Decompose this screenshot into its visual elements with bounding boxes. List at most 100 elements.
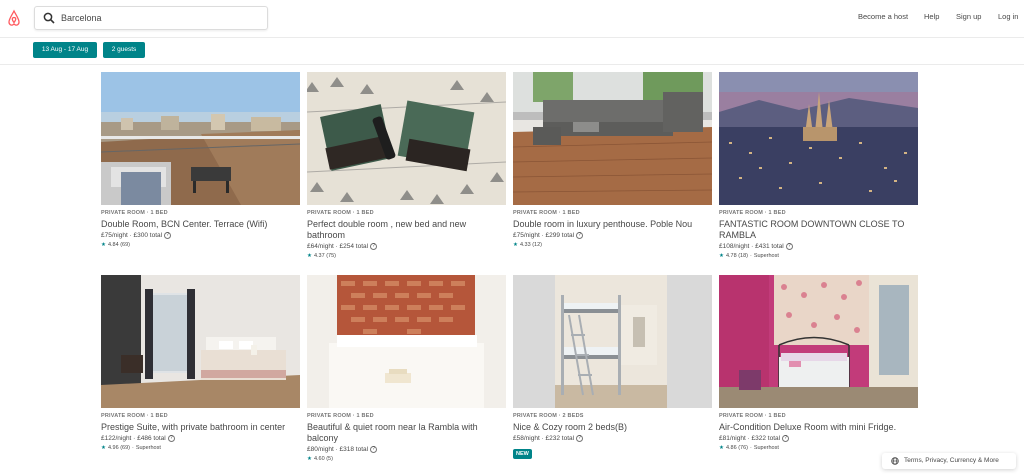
- become-host-link[interactable]: Become a host: [858, 12, 908, 21]
- listing-price: £58/night · £232 total?: [513, 435, 712, 442]
- listing-rating: ★ 4.78 (18) · Superhost: [719, 253, 779, 260]
- listing-type: PRIVATE ROOM · 1 BED: [513, 210, 580, 216]
- star-icon: ★: [101, 242, 106, 249]
- globe-icon: [891, 457, 899, 465]
- log-in-link[interactable]: Log in: [998, 12, 1018, 21]
- star-icon: ★: [307, 456, 312, 463]
- review-count: (69): [120, 242, 130, 249]
- listing-price: £75/night · £299 total?: [513, 232, 712, 239]
- listing-type: PRIVATE ROOM · 1 BED: [719, 210, 786, 216]
- star-icon: ★: [719, 445, 724, 452]
- listing-rating: ★ 4.86 (76) · Superhost: [719, 445, 779, 452]
- listing-title[interactable]: Prestige Suite, with private bathroom in…: [101, 422, 300, 433]
- price-text: £108/night · £431 total: [719, 243, 784, 251]
- price-info-icon[interactable]: ?: [785, 243, 793, 250]
- listing-photo[interactable]: [307, 72, 506, 205]
- price-info-icon[interactable]: ?: [167, 435, 175, 442]
- guests-filter-button[interactable]: 2 guests: [103, 42, 145, 58]
- terms-privacy-button[interactable]: Terms, Privacy, Currency & More: [882, 453, 1016, 469]
- price-text: £122/night · £486 total: [101, 435, 166, 443]
- listing-rating: ★ 4.84 (69): [101, 242, 300, 248]
- sign-up-link[interactable]: Sign up: [956, 12, 981, 21]
- listing-price: £75/night · £300 total?: [101, 232, 300, 239]
- listing-card[interactable]: PRIVATE ROOM · 1 BED Double Room, BCN Ce…: [101, 72, 300, 248]
- listing-type: PRIVATE ROOM · 1 BED: [101, 210, 168, 216]
- listing-rating: ★ 4.96 (69) · Superhost: [101, 445, 161, 452]
- listing-photo[interactable]: [719, 275, 918, 408]
- listing-type: PRIVATE ROOM · 2 BEDS: [513, 413, 584, 419]
- terms-privacy-label: Terms, Privacy, Currency & More: [904, 457, 999, 464]
- airbnb-logo-icon[interactable]: [6, 9, 22, 27]
- price-info-icon[interactable]: ?: [576, 435, 584, 442]
- review-count: (69): [120, 445, 130, 452]
- price-info-icon[interactable]: ?: [782, 435, 790, 442]
- star-icon: ★: [307, 253, 312, 260]
- star-icon: ★: [513, 242, 518, 249]
- listing-card[interactable]: PRIVATE ROOM · 1 BED FANTASTIC ROOM DOWN…: [719, 72, 918, 259]
- rating-value: 4.84: [107, 242, 119, 249]
- review-count: (5): [326, 456, 333, 463]
- listing-photo[interactable]: [101, 72, 300, 205]
- price-text: £80/night · £318 total: [307, 446, 369, 454]
- price-text: £75/night · £300 total: [101, 232, 163, 240]
- price-info-icon[interactable]: ?: [370, 243, 378, 250]
- listing-card[interactable]: PRIVATE ROOM · 2 BEDS Nice & Cozy room 2…: [513, 275, 712, 460]
- search-box[interactable]: [34, 6, 268, 30]
- listing-card[interactable]: PRIVATE ROOM · 1 BED Double room in luxu…: [513, 72, 712, 248]
- review-count: (76): [738, 445, 748, 452]
- price-text: £64/night · £254 total: [307, 243, 369, 251]
- listing-title[interactable]: Air-Condition Deluxe Room with mini Frid…: [719, 422, 918, 433]
- listing-title[interactable]: Beautiful & quiet room near la Rambla wi…: [307, 422, 506, 444]
- listing-rating: ★ 4.37 (75): [307, 253, 506, 259]
- listing-price: £108/night · £431 total?: [719, 243, 918, 250]
- listing-card[interactable]: PRIVATE ROOM · 1 BED Beautiful & quiet r…: [307, 275, 506, 462]
- superhost-label: Superhost: [135, 445, 161, 452]
- rating-value: 4.78: [725, 253, 737, 260]
- rating-value: 4.86: [725, 445, 737, 452]
- price-info-icon[interactable]: ?: [164, 232, 172, 239]
- review-count: (18): [738, 253, 748, 260]
- rating-value: 4.96: [107, 445, 119, 452]
- listing-type: PRIVATE ROOM · 1 BED: [101, 413, 168, 419]
- listing-title[interactable]: Double Room, BCN Center. Terrace (Wifi): [101, 219, 300, 230]
- listing-price: £64/night · £254 total?: [307, 243, 506, 250]
- price-text: £75/night · £299 total: [513, 232, 575, 240]
- listing-photo[interactable]: [101, 275, 300, 408]
- dates-filter-button[interactable]: 13 Aug - 17 Aug: [33, 42, 97, 58]
- new-badge: NEW: [513, 449, 532, 460]
- superhost-label: Superhost: [753, 445, 779, 452]
- help-link[interactable]: Help: [924, 12, 939, 21]
- listing-photo[interactable]: [719, 72, 918, 205]
- listing-photo[interactable]: [513, 275, 712, 408]
- filter-divider: [0, 64, 1024, 65]
- listing-type: PRIVATE ROOM · 1 BED: [307, 210, 374, 216]
- price-info-icon[interactable]: ?: [370, 446, 378, 453]
- listing-card[interactable]: PRIVATE ROOM · 1 BED Prestige Suite, wit…: [101, 275, 300, 451]
- listing-photo[interactable]: [307, 275, 506, 408]
- listing-price: £122/night · £486 total?: [101, 435, 300, 442]
- price-info-icon[interactable]: ?: [576, 232, 584, 239]
- listing-type: PRIVATE ROOM · 1 BED: [307, 413, 374, 419]
- listing-rating: ★ 4.60 (5): [307, 456, 506, 462]
- price-text: £58/night · £232 total: [513, 435, 575, 443]
- star-icon: ★: [101, 445, 106, 452]
- review-count: (75): [326, 253, 336, 260]
- listing-title[interactable]: Nice & Cozy room 2 beds(B): [513, 422, 712, 433]
- listing-card[interactable]: PRIVATE ROOM · 1 BED Perfect double room…: [307, 72, 506, 259]
- rating-value: 4.33: [519, 242, 531, 249]
- listing-type: PRIVATE ROOM · 1 BED: [719, 413, 786, 419]
- review-count: (12): [532, 242, 542, 249]
- listing-photo[interactable]: [513, 72, 712, 205]
- listing-price: £80/night · £318 total?: [307, 446, 506, 453]
- listing-card[interactable]: PRIVATE ROOM · 1 BED Air-Condition Delux…: [719, 275, 918, 451]
- superhost-label: Superhost: [753, 253, 779, 260]
- search-input[interactable]: [61, 10, 261, 26]
- rating-value: 4.37: [313, 253, 325, 260]
- search-icon: [43, 12, 55, 24]
- rating-value: 4.60: [313, 456, 325, 463]
- listing-title[interactable]: FANTASTIC ROOM DOWNTOWN CLOSE TO RAMBLA: [719, 219, 918, 241]
- star-icon: ★: [719, 253, 724, 260]
- listing-title[interactable]: Perfect double room , new bed and new ba…: [307, 219, 506, 241]
- top-header: Become a host Help Sign up Log in: [0, 0, 1024, 38]
- listing-title[interactable]: Double room in luxury penthouse. Poble N…: [513, 219, 712, 230]
